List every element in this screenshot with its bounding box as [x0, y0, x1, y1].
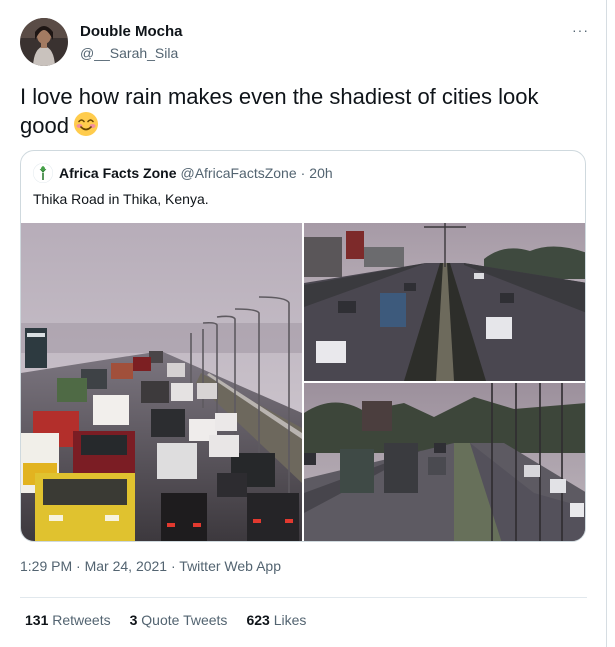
tweet-date[interactable]: Mar 24, 2021	[85, 558, 168, 574]
quoted-media-grid	[21, 223, 585, 541]
retweets-count: 131	[25, 612, 49, 628]
tweet-client[interactable]: Twitter Web App	[179, 558, 281, 574]
retweets-label: Retweets	[52, 612, 111, 628]
tweet-stats: 131 Retweets 3 Quote Tweets 623 Likes	[25, 612, 325, 628]
quoted-tweet[interactable]: Africa Facts Zone @AfricaFactsZone · 20h…	[20, 150, 586, 542]
avatar[interactable]	[20, 18, 68, 66]
likes-stat[interactable]: 623 Likes	[246, 612, 306, 628]
rainy-highway-traffic-image[interactable]	[21, 223, 302, 541]
tweet-text: I love how rain makes even the shadiest …	[20, 82, 590, 144]
meta-separator-1: ·	[76, 558, 81, 574]
highway-overpass-rain-image[interactable]	[304, 223, 585, 381]
author-names: Double Mocha @__Sarah_Sila	[80, 22, 183, 63]
smiling-face-icon	[73, 111, 99, 144]
retweets-stat[interactable]: 131 Retweets	[25, 612, 111, 628]
tweet-header: Double Mocha @__Sarah_Sila ···	[20, 18, 595, 66]
more-options-icon[interactable]: ···	[572, 22, 589, 38]
quote-tweets-label: Quote Tweets	[141, 612, 228, 628]
meta-separator-2: ·	[170, 558, 176, 574]
quoted-avatar[interactable]	[33, 163, 53, 183]
tweet-meta: 1:29 PM · Mar 24, 2021 · Twitter Web App	[20, 558, 281, 574]
author-handle[interactable]: @__Sarah_Sila	[80, 43, 183, 63]
highway-trucks-rain-image[interactable]	[304, 383, 585, 541]
quoted-separator: ·	[300, 165, 306, 181]
quote-tweets-count: 3	[129, 612, 138, 628]
quoted-timestamp[interactable]: 20h	[309, 165, 332, 181]
quoted-display-name[interactable]: Africa Facts Zone	[59, 165, 176, 181]
likes-count: 623	[246, 612, 270, 628]
tweet-card: Double Mocha @__Sarah_Sila ··· I love ho…	[0, 0, 607, 647]
quoted-handle[interactable]: @AfricaFactsZone	[180, 165, 296, 181]
stats-divider	[20, 597, 587, 598]
author-display-name[interactable]: Double Mocha	[80, 22, 183, 42]
quoted-tweet-header: Africa Facts Zone @AfricaFactsZone · 20h	[33, 163, 333, 183]
likes-label: Likes	[273, 612, 307, 628]
quote-tweets-stat[interactable]: 3 Quote Tweets	[130, 612, 228, 628]
tweet-time[interactable]: 1:29 PM	[20, 558, 72, 574]
quoted-tweet-text: Thika Road in Thika, Kenya.	[33, 191, 209, 207]
